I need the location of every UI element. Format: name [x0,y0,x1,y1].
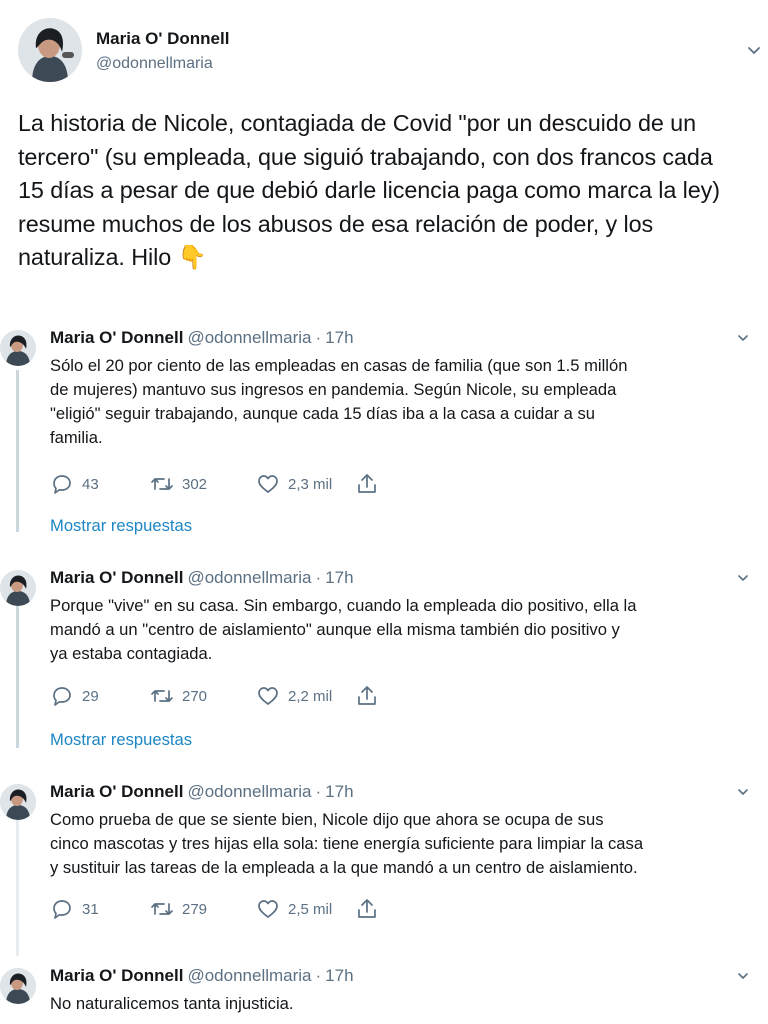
retweet-icon [151,690,173,702]
chevron-down-icon[interactable] [735,968,751,984]
tweet-actions: 31 279 2,5 mil [50,897,450,921]
retweet-icon [151,478,173,490]
heart-icon [258,900,278,918]
reply-button[interactable]: 29 [50,684,99,708]
chevron-down-icon[interactable] [735,784,751,800]
author-avatar[interactable] [18,18,82,82]
like-count: 2,3 mil [288,475,333,493]
separator-dot: · [315,568,322,587]
reply-avatar[interactable] [0,968,36,1004]
reply-icon [53,687,71,706]
reply-author-handle[interactable]: @odonnellmaria [187,966,311,985]
heart-icon [258,687,278,705]
retweet-button[interactable]: 270 [150,684,207,708]
reply-avatar[interactable] [0,330,36,366]
reply-text: No naturalicemos tanta injusticia. [50,994,294,1013]
like-button[interactable]: 2,5 mil [256,897,332,921]
reply-author-handle[interactable]: @odonnellmaria [187,328,311,347]
retweet-count: 302 [182,475,208,493]
reply-count: 29 [82,687,99,705]
reply-icon [53,900,71,919]
reply-timestamp[interactable]: 17h [325,568,353,587]
share-icon [358,899,376,918]
chevron-down-icon[interactable] [744,40,764,60]
chevron-down-icon[interactable] [735,570,751,586]
reply-button[interactable]: 43 [50,472,99,496]
reply-author-name[interactable]: Maria O' Donnell [50,328,183,347]
like-count: 2,2 mil [288,687,333,705]
like-button[interactable]: 2,3 mil [256,472,332,496]
share-button[interactable] [355,897,379,921]
separator-dot: · [315,966,322,985]
pointing-down-emoji: 👇 [177,244,207,270]
reply-author-name[interactable]: Maria O' Donnell [50,966,183,985]
heart-icon [258,475,278,493]
reply-header: Maria O' Donnell @odonnellmaria · 17h [50,966,354,986]
reply-count: 43 [82,475,99,493]
thread-connector [16,606,19,748]
reply-text: Porque "vive" en su casa. Sin embargo, c… [50,596,637,663]
reply-avatar[interactable] [0,784,36,820]
retweet-count: 279 [182,900,208,918]
share-button[interactable] [355,472,379,496]
separator-dot: · [315,782,322,801]
thread-connector [16,370,19,532]
reply-avatar[interactable] [0,570,36,606]
show-replies-link[interactable]: Mostrar respuestas [50,730,192,750]
reply-author-name[interactable]: Maria O' Donnell [50,782,183,801]
author-handle[interactable]: @odonnellmaria [96,55,213,73]
like-button[interactable]: 2,2 mil [256,684,332,708]
tweet-actions: 29 270 2,2 mil [50,684,450,708]
main-tweet-text: La historia de Nicole, contagiada de Cov… [18,107,766,275]
reply-button[interactable]: 31 [50,897,99,921]
reply-header: Maria O' Donnell @odonnellmaria · 17h [50,782,354,802]
separator-dot: · [315,328,322,347]
reply-icon [53,475,71,494]
reply-timestamp[interactable]: 17h [325,328,353,347]
reply-text: Como prueba de que se siente bien, Nicol… [50,810,644,877]
retweet-icon [151,903,173,915]
tweet-actions: 43 302 2,3 mil [50,472,450,496]
show-replies-link[interactable]: Mostrar respuestas [50,516,192,536]
like-count: 2,5 mil [288,900,333,918]
reply-author-handle[interactable]: @odonnellmaria [187,782,311,801]
share-button[interactable] [355,684,379,708]
tweet-body: La historia de Nicole, contagiada de Cov… [18,110,720,270]
retweet-count: 270 [182,687,208,705]
retweet-button[interactable]: 279 [150,897,207,921]
reply-timestamp[interactable]: 17h [325,782,353,801]
main-tweet-header: Maria O' Donnell @odonnellmaria [0,0,768,100]
reply-header: Maria O' Donnell @odonnellmaria · 17h [50,568,354,588]
retweet-button[interactable]: 302 [150,472,207,496]
share-icon [358,474,376,493]
chevron-down-icon[interactable] [735,330,751,346]
reply-author-name[interactable]: Maria O' Donnell [50,568,183,587]
reply-header: Maria O' Donnell @odonnellmaria · 17h [50,328,354,348]
reply-count: 31 [82,900,99,918]
share-icon [358,686,376,705]
thread-connector [16,816,19,956]
reply-timestamp[interactable]: 17h [325,966,353,985]
reply-author-handle[interactable]: @odonnellmaria [187,568,311,587]
reply-text: Sólo el 20 por ciento de las empleadas e… [50,356,628,447]
author-name[interactable]: Maria O' Donnell [96,29,229,49]
